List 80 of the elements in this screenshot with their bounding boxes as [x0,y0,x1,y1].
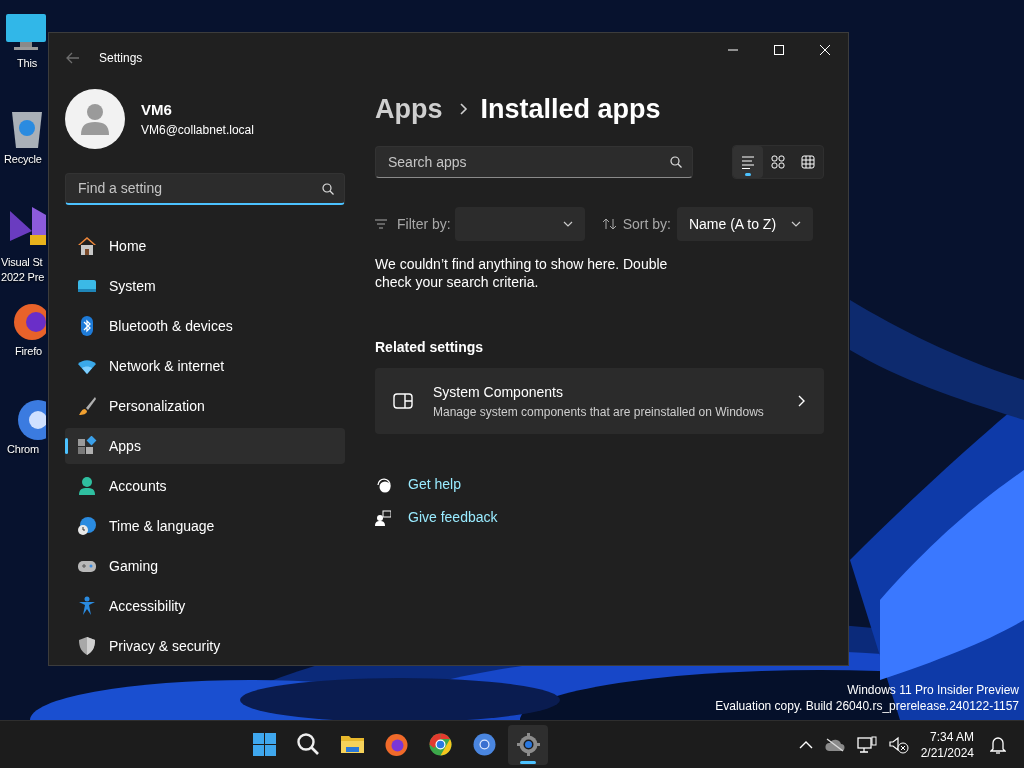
chevron-icon [458,103,469,115]
search-icon [295,732,321,757]
gear-icon [515,732,541,757]
maximize-icon [774,45,784,55]
clock[interactable]: 7:34 AM 2/21/2024 [920,728,974,761]
chevron-down-icon [562,221,573,227]
nav-item[interactable]: Bluetooth & devices [65,308,345,344]
browser-icon [383,732,409,757]
grid-icon [771,154,785,170]
globe-clock-icon [77,516,97,536]
clock-date: 2/21/2024 [920,744,974,761]
empty-message: We couldn’t find anything to show here. Double check your search criteria. [375,255,669,291]
browser-icon [471,732,497,757]
account-email: VM6@collabnet.local [141,122,254,140]
nav-item[interactable]: System [65,268,345,304]
accessibility-icon [77,596,97,616]
browser-icon [427,732,453,757]
search-icon [670,156,682,168]
search-field[interactable]: Find a setting [65,173,345,205]
help-icon [375,476,391,493]
edition-notice: Windows 11 Pro Insider Preview [846,682,1019,698]
filter-icon [375,219,387,229]
desktop-icon-label: Visual St [1,255,44,270]
help-link[interactable]: Give feedback [408,507,498,528]
list-icon [741,154,755,170]
table-icon [801,154,815,170]
close-icon [820,45,830,55]
help-link[interactable]: Get help [408,474,461,495]
muted-speaker-icon [888,735,909,754]
taskbar-button[interactable] [508,724,549,765]
settings-card[interactable]: System Components Manage system components that are preinstalled on Windows [375,368,824,434]
page-title: Installed apps [480,92,661,126]
desktop-icon-label: This [17,56,38,71]
person-icon [77,476,97,496]
bell-icon [990,735,1006,754]
view-toggle[interactable] [733,146,763,178]
house-icon [77,236,97,256]
nav-item[interactable]: Gaming [65,548,345,584]
nav-item[interactable]: Accounts [65,468,345,504]
search-field[interactable]: Search apps [375,146,693,178]
network-icon [856,735,877,754]
nav-item[interactable]: Home [65,228,345,264]
search-icon [322,182,334,195]
desktop-icon-label: Recycle [4,152,43,167]
back-icon[interactable] [65,50,81,66]
account-name: VM6 [141,99,173,120]
chevron-up-icon [798,740,813,749]
desktop-icon-label: 2022 Pre [1,270,46,285]
nav-item[interactable]: Apps [65,428,345,464]
start-icon [251,732,277,757]
sort-icon [602,218,617,230]
avatar[interactable] [65,89,125,149]
shield-icon [77,636,97,656]
apps-icon [77,436,97,456]
chevron-icon [798,395,806,407]
chevron-down-icon [790,221,801,227]
nav-item[interactable]: Personalization [65,388,345,424]
brush-icon [77,396,97,416]
filter-label: Filter by: [397,214,451,234]
sort-dropdown[interactable]: Name (A to Z) [676,207,813,241]
breadcrumb-link[interactable]: Apps [375,88,443,130]
edition-notice: Evaluation copy. Build 26040.rs_prerelease.240122-1157 [715,698,1019,714]
card-title: System Components [433,382,564,402]
section-heading: Related settings [375,338,485,357]
card-description: Manage system components that are preinstalled on Windows [433,403,765,421]
search-input[interactable]: Find a setting [76,177,322,200]
desktop-icon-label: Chrom [7,442,40,457]
nav-item[interactable]: Time & language [65,508,345,544]
clock-time: 7:34 AM [929,728,974,745]
desktop-icon-label: Firefo [15,344,43,359]
components-icon [393,393,413,409]
search-input[interactable]: Search apps [386,150,670,174]
nav-item[interactable]: Privacy & security [65,628,345,664]
sort-label: Sort by: [622,214,671,234]
nav-item[interactable]: Network & internet [65,348,345,384]
window-title: Settings [99,50,143,67]
person-icon [80,103,110,135]
feedback-icon [375,509,391,526]
nav-item[interactable]: Accessibility [65,588,345,624]
cloud-icon [824,737,845,752]
